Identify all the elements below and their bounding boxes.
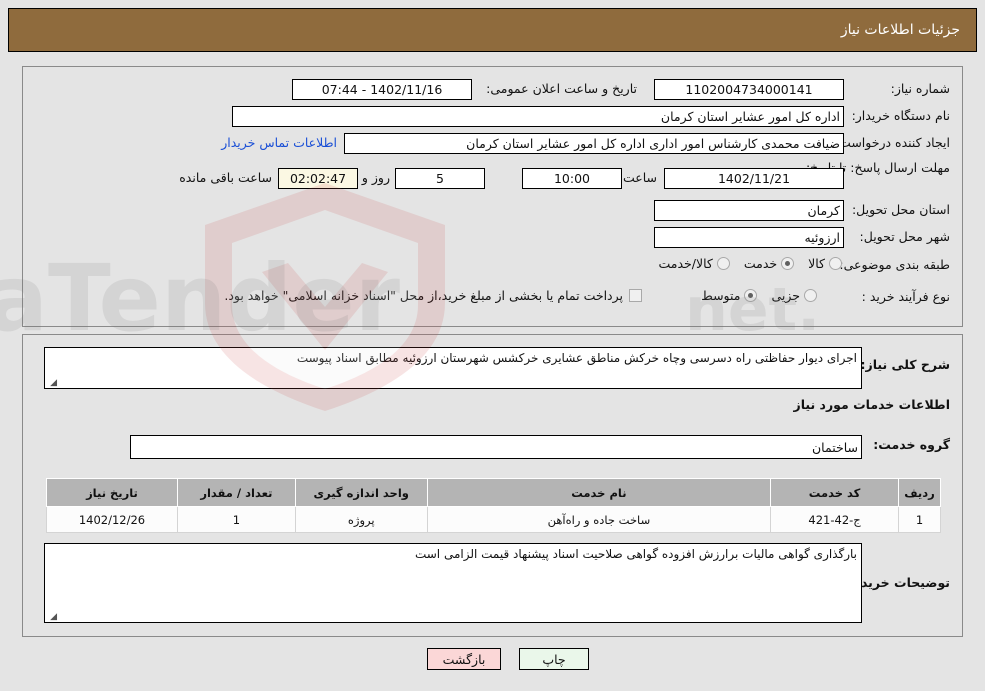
remaining-time-suffix-label: ساعت باقی مانده [179,170,272,185]
requester-label: ایجاد کننده درخواست: [834,135,950,150]
buyer-notes-text: بارگذاری گواهی مالیات برارزش افزوده گواه… [414,547,857,561]
buyer-notes-textarea[interactable]: بارگذاری گواهی مالیات برارزش افزوده گواه… [44,543,862,623]
requester-value: ضیافت محمدی کارشناس امور اداری اداره کل … [344,133,844,154]
purchase-type-radio-label-1: متوسط [701,288,741,303]
description-text: اجرای دیوار حفاظتی راه دسرسی وچاه خرکش م… [296,351,857,365]
table-header-row: ردیف کد خدمت نام خدمت واحد اندازه گیری ت… [46,478,941,507]
treasury-checkbox-row[interactable]: پرداخت تمام یا بخشی از مبلغ خرید،از محل … [224,288,642,303]
col-unit: واحد اندازه گیری [294,478,428,507]
need-info-panel: شماره نیاز: 1102004734000141 تاریخ و ساع… [22,66,963,327]
deadline-date-value: 1402/11/21 [664,168,844,189]
category-radio-0[interactable] [829,257,842,270]
page-title: جزئیات اطلاعات نیاز [840,22,960,38]
cell-radif: 1 [898,506,941,533]
service-group-value: ساختمان [130,435,862,459]
col-name: نام خدمت [426,478,772,507]
print-button[interactable]: چاپ [519,648,589,670]
cell-name: ساخت جاده و راه‌آهن [426,506,772,533]
back-button[interactable]: بازگشت [427,648,501,670]
purchase-type-radio-1[interactable] [744,289,758,302]
page-header: جزئیات اطلاعات نیاز [8,8,977,52]
category-radio-label-0: کالا [808,256,825,271]
service-group-label: گروه خدمت: [873,437,950,452]
services-table: ردیف کد خدمت نام خدمت واحد اندازه گیری ت… [46,478,941,533]
col-code: کد خدمت [770,478,900,507]
province-label: استان محل تحویل: [851,202,950,217]
city-value: ارزوئیه [654,227,844,248]
cell-date: 1402/12/26 [46,506,178,533]
col-radif: ردیف [898,478,941,507]
need-number-label: شماره نیاز: [890,81,950,96]
col-qty: تعداد / مقدار [176,478,296,507]
category-radio-group: کالا خدمت کالا/خدمت [648,256,842,271]
deadline-hour-value: 10:00 [522,168,622,189]
purchase-type-radio-label-0: جزیی [771,288,800,303]
purchase-type-label: نوع فرآیند خرید : [861,289,950,304]
category-label: طبقه بندی موضوعی: [839,257,950,272]
remaining-days-value: 5 [395,168,485,189]
deadline-hour-label: ساعت [622,170,657,185]
resize-grip-icon-2[interactable]: ◢ [47,611,57,622]
resize-grip-icon[interactable]: ◢ [47,377,57,388]
province-value: کرمان [654,200,844,221]
treasury-checkbox-label: پرداخت تمام یا بخشی از مبلغ خرید،از محل … [224,288,623,303]
col-date: تاریخ نیاز [46,478,178,507]
description-textarea[interactable]: اجرای دیوار حفاظتی راه دسرسی وچاه خرکش م… [44,347,862,389]
public-announce-value: 1402/11/16 - 07:44 [292,79,472,100]
buyer-org-label: نام دستگاه خریدار: [851,108,950,123]
cell-qty: 1 [176,506,296,533]
need-number-value: 1102004734000141 [654,79,844,100]
category-radio-label-1: خدمت [743,256,778,271]
purchase-type-radio-0[interactable] [804,289,817,302]
category-radio-1[interactable] [781,257,795,270]
remaining-days-label: روز و [361,170,390,185]
city-label: شهر محل تحویل: [859,229,950,244]
treasury-checkbox[interactable] [629,289,642,302]
buyer-org-value: اداره کل امور عشایر استان کرمان [232,106,844,127]
buyer-contact-link[interactable]: اطلاعات تماس خریدار [221,135,337,150]
category-radio-2[interactable] [716,257,730,270]
services-heading: اطلاعات خدمات مورد نیاز [793,397,951,412]
category-radio-label-2: کالا/خدمت [658,256,713,271]
description-label: شرح کلی نیاز: [860,357,950,372]
remaining-time-value: 02:02:47 [278,168,358,189]
cell-unit: پروژه [294,506,428,533]
cell-code: ج-42-421 [770,506,900,533]
purchase-type-radio-group: جزیی متوسط [691,288,817,303]
table-row: 1 ج-42-421 ساخت جاده و راه‌آهن پروژه 1 1… [46,506,941,533]
public-announce-label: تاریخ و ساعت اعلان عمومی: [486,81,637,96]
